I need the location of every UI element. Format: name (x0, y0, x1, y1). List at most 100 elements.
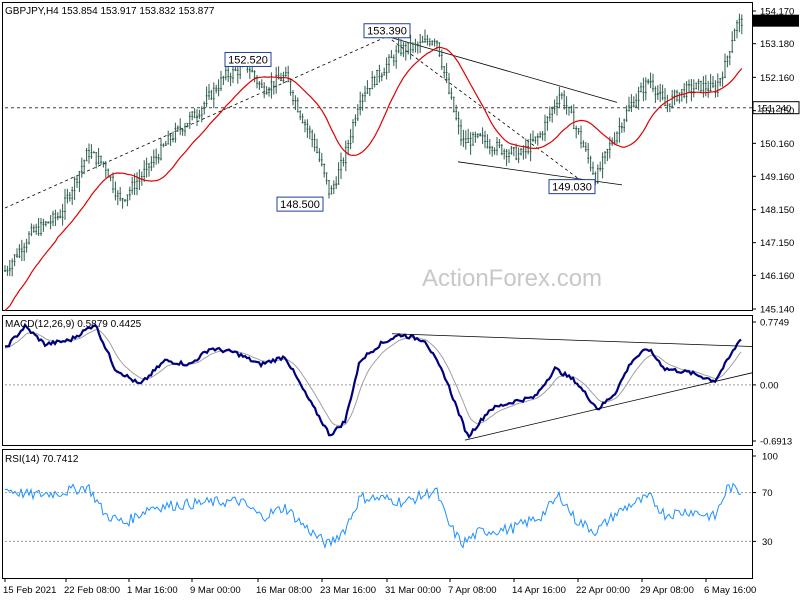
candle (49, 215, 52, 230)
candle (136, 172, 138, 196)
candle (544, 114, 546, 142)
candle (73, 176, 76, 201)
time-tick-label: 22 Feb 08:00 (64, 585, 120, 596)
candle (450, 87, 453, 100)
candle (517, 147, 520, 164)
candle (424, 29, 426, 43)
price-tick-label: 153.180 (760, 39, 794, 50)
candle (354, 114, 357, 127)
candle (260, 79, 263, 88)
candle (556, 95, 558, 116)
price-tick-label: 147.150 (760, 238, 794, 249)
candle (553, 99, 556, 114)
price-annotation-label: 153.390 (367, 26, 407, 38)
candle (203, 101, 206, 115)
candle (565, 96, 568, 115)
candle (690, 78, 693, 102)
candle (380, 72, 383, 82)
candle (150, 156, 153, 172)
rsi-tick-label: 70 (762, 488, 773, 499)
candle (299, 110, 302, 121)
candle (568, 106, 570, 116)
candle (524, 138, 527, 159)
candle (570, 105, 573, 114)
candle (11, 258, 14, 277)
macd-tick-label: 0.00 (760, 380, 779, 391)
candle (109, 176, 112, 182)
candle (196, 109, 198, 126)
time-tick-label: 9 Mar 00:00 (190, 585, 241, 596)
candle (66, 188, 69, 204)
rsi-tick-label: 30 (762, 537, 773, 548)
candle (32, 224, 35, 233)
time-tick-label: 29 Apr 08:00 (640, 585, 694, 596)
candle (505, 148, 508, 166)
candle (407, 42, 410, 55)
candle (472, 131, 474, 146)
candle (433, 38, 436, 47)
candle (222, 75, 225, 85)
candle (584, 141, 587, 152)
candle (35, 223, 38, 235)
candle (409, 34, 412, 60)
candle (503, 148, 506, 160)
candle (392, 54, 395, 67)
candle (635, 93, 638, 108)
candle (724, 53, 726, 78)
candle (121, 197, 124, 209)
candle (352, 119, 354, 144)
price-tick-label: 149.160 (760, 172, 794, 183)
candle (193, 108, 196, 119)
candle (320, 153, 323, 167)
time-tick-label: 6 May 16:00 (704, 585, 756, 596)
candle (666, 94, 669, 113)
candle (738, 13, 741, 33)
candle (236, 66, 239, 84)
symbol-title: GBPJPY,H4 (5, 6, 59, 17)
candle (148, 163, 150, 177)
candle (212, 82, 215, 109)
candle (491, 145, 494, 157)
candle (560, 92, 563, 100)
candle (54, 209, 57, 227)
candle (208, 84, 210, 100)
candle (114, 181, 117, 201)
ohlc-open: 153.854 (62, 6, 99, 17)
candle (138, 169, 141, 191)
candle (577, 127, 580, 135)
candle (164, 140, 167, 146)
candle (42, 218, 45, 232)
candle (404, 42, 407, 61)
candle (95, 152, 98, 169)
candle (78, 170, 81, 193)
candle (455, 104, 458, 121)
price-axis: 154.170153.180152.160151.150150.160149.1… (752, 7, 799, 316)
candle (412, 42, 414, 54)
candle (558, 86, 561, 108)
candle (390, 50, 393, 59)
candle (83, 159, 86, 175)
candle (388, 54, 390, 74)
candle (714, 80, 717, 98)
candle (306, 119, 309, 138)
candle (16, 248, 18, 258)
price-tick-label: 145.140 (760, 305, 794, 316)
candle (325, 172, 328, 185)
candle (316, 138, 318, 154)
macd-axis: 0.7749 0.00 -0.6913 (752, 318, 792, 448)
candle (421, 35, 424, 43)
candle (623, 118, 626, 133)
candle (263, 82, 266, 99)
candle (604, 151, 606, 165)
candle (620, 122, 623, 133)
candle (661, 84, 664, 101)
candle (712, 76, 714, 89)
candle (152, 149, 155, 168)
candle (296, 97, 299, 113)
candle (462, 129, 465, 148)
candle (68, 191, 71, 202)
candle (587, 142, 590, 164)
candle (174, 122, 177, 143)
candle (366, 80, 369, 94)
candle (8, 259, 11, 277)
